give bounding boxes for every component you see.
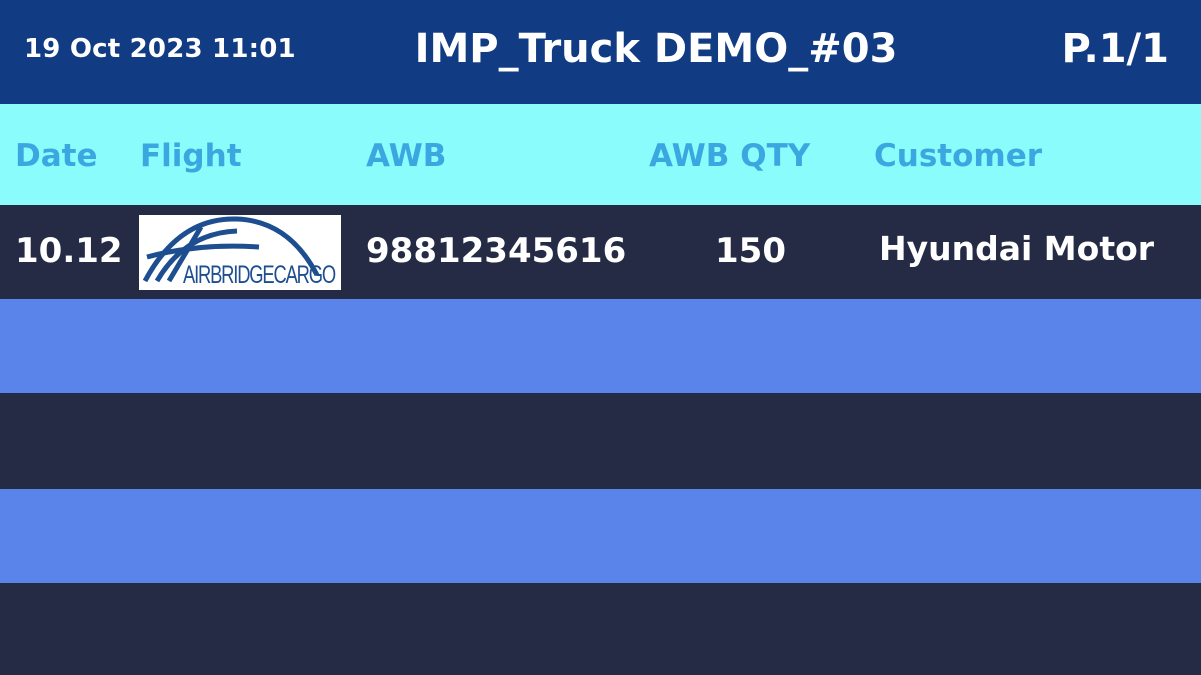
column-header-date: Date [15,138,98,174]
column-header-customer: Customer [874,138,1043,174]
board-title: IMP_Truck DEMO_#03 [414,26,898,72]
column-header-flight: Flight [140,138,242,174]
logo-wordmark: AIRBRIDGECARGO [183,261,336,289]
table-row-empty [0,394,1201,488]
row-date: 10.12 [15,231,123,271]
column-header-awb-qty: AWB QTY [649,138,811,174]
row-awb: 98812345616 [366,231,627,271]
airbridgecargo-logo: AIRBRIDGECARGO [139,215,341,290]
table-row-empty [0,583,1201,675]
table-row-empty [0,489,1201,583]
board-header: 19 Oct 2023 11:01 IMP_Truck DEMO_#03 P.1… [0,0,1201,104]
column-header-row: Date Flight AWB AWB QTY Customer [0,104,1201,205]
table-row: 10.12 AIRBRIDGECARGO 98812345616 150 Hyu… [0,205,1201,299]
table-row-empty [0,299,1201,393]
page-indicator: P.1/1 [1061,26,1169,72]
row-customer: Hyundai Motor [879,229,1155,268]
row-awb-qty: 150 [715,231,786,271]
column-header-awb: AWB [366,138,447,174]
truck-board-screen: 19 Oct 2023 11:01 IMP_Truck DEMO_#03 P.1… [0,0,1201,675]
